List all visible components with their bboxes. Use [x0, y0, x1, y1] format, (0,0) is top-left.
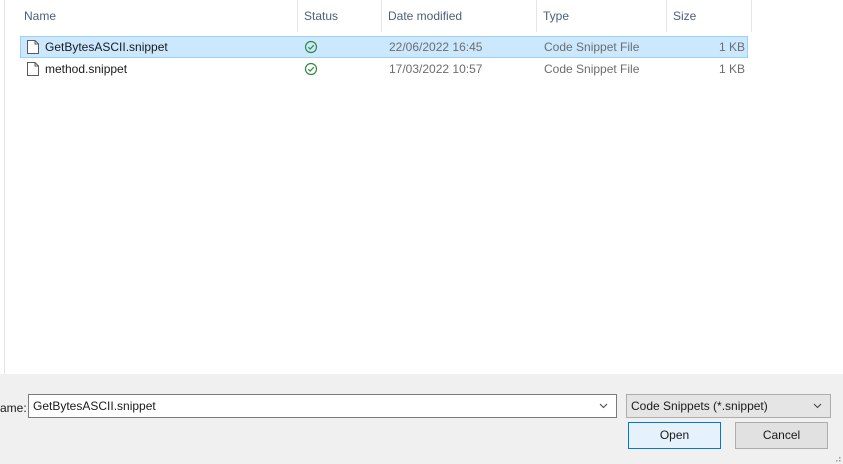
- chevron-down-icon: [813, 403, 822, 409]
- document-file-icon: [27, 40, 39, 54]
- status-cell: [304, 37, 318, 57]
- column-header-name[interactable]: ^ Name: [18, 0, 298, 32]
- file-name: method.snippet: [45, 62, 128, 76]
- column-header-size-label: Size: [673, 9, 697, 23]
- column-header-size[interactable]: Size: [667, 0, 752, 32]
- file-date-modified: 17/03/2022 10:57: [389, 62, 483, 76]
- document-file-icon: [27, 62, 39, 76]
- file-name-input[interactable]: GetBytesASCII.snippet: [33, 395, 156, 417]
- sort-ascending-caret-icon: ^: [168, 0, 173, 3]
- file-type-filter-value: Code Snippets (*.snippet): [631, 399, 768, 413]
- column-header-status-label: Status: [304, 9, 339, 23]
- file-date-modified: 22/06/2022 16:45: [389, 40, 483, 54]
- file-open-dialog: ^ Name Status Date modified Type Size Ge…: [0, 0, 843, 464]
- column-header-type-label: Type: [543, 9, 570, 23]
- file-type: Code Snippet File: [544, 40, 640, 54]
- navigation-pane-divider[interactable]: [4, 0, 5, 374]
- file-size: 1 KB: [718, 62, 745, 76]
- resize-grip-icon[interactable]: [833, 454, 841, 462]
- file-size: 1 KB: [718, 40, 745, 54]
- file-name-label: ame:: [0, 401, 27, 415]
- open-button[interactable]: Open: [628, 422, 721, 449]
- file-type-filter-dropdown[interactable]: Code Snippets (*.snippet): [626, 394, 831, 418]
- column-header-status[interactable]: Status: [298, 0, 382, 32]
- chevron-down-icon[interactable]: [599, 401, 608, 410]
- column-header-type[interactable]: Type: [537, 0, 667, 32]
- synced-check-icon: [304, 62, 318, 76]
- file-type: Code Snippet File: [544, 62, 640, 76]
- file-list-pane[interactable]: ^ Name Status Date modified Type Size Ge…: [0, 0, 843, 374]
- file-row-method[interactable]: method.snippet 17/03/2022 10:57 Code Sni…: [20, 58, 748, 80]
- dialog-footer: ame: GetBytesASCII.snippet Code Snippets…: [0, 374, 843, 464]
- file-name: GetBytesASCII.snippet: [45, 40, 168, 54]
- column-header-date-label: Date modified: [388, 9, 463, 23]
- status-cell: [304, 59, 318, 79]
- synced-check-icon: [304, 40, 318, 54]
- file-row-getbytesascii[interactable]: GetBytesASCII.snippet 22/06/2022 16:45 C…: [20, 36, 748, 58]
- cancel-button[interactable]: Cancel: [735, 422, 828, 449]
- file-name-combobox[interactable]: GetBytesASCII.snippet: [28, 394, 617, 418]
- column-header-name-label: Name: [24, 9, 57, 23]
- column-header-row: ^ Name Status Date modified Type Size: [0, 0, 752, 32]
- column-header-date-modified[interactable]: Date modified: [382, 0, 537, 32]
